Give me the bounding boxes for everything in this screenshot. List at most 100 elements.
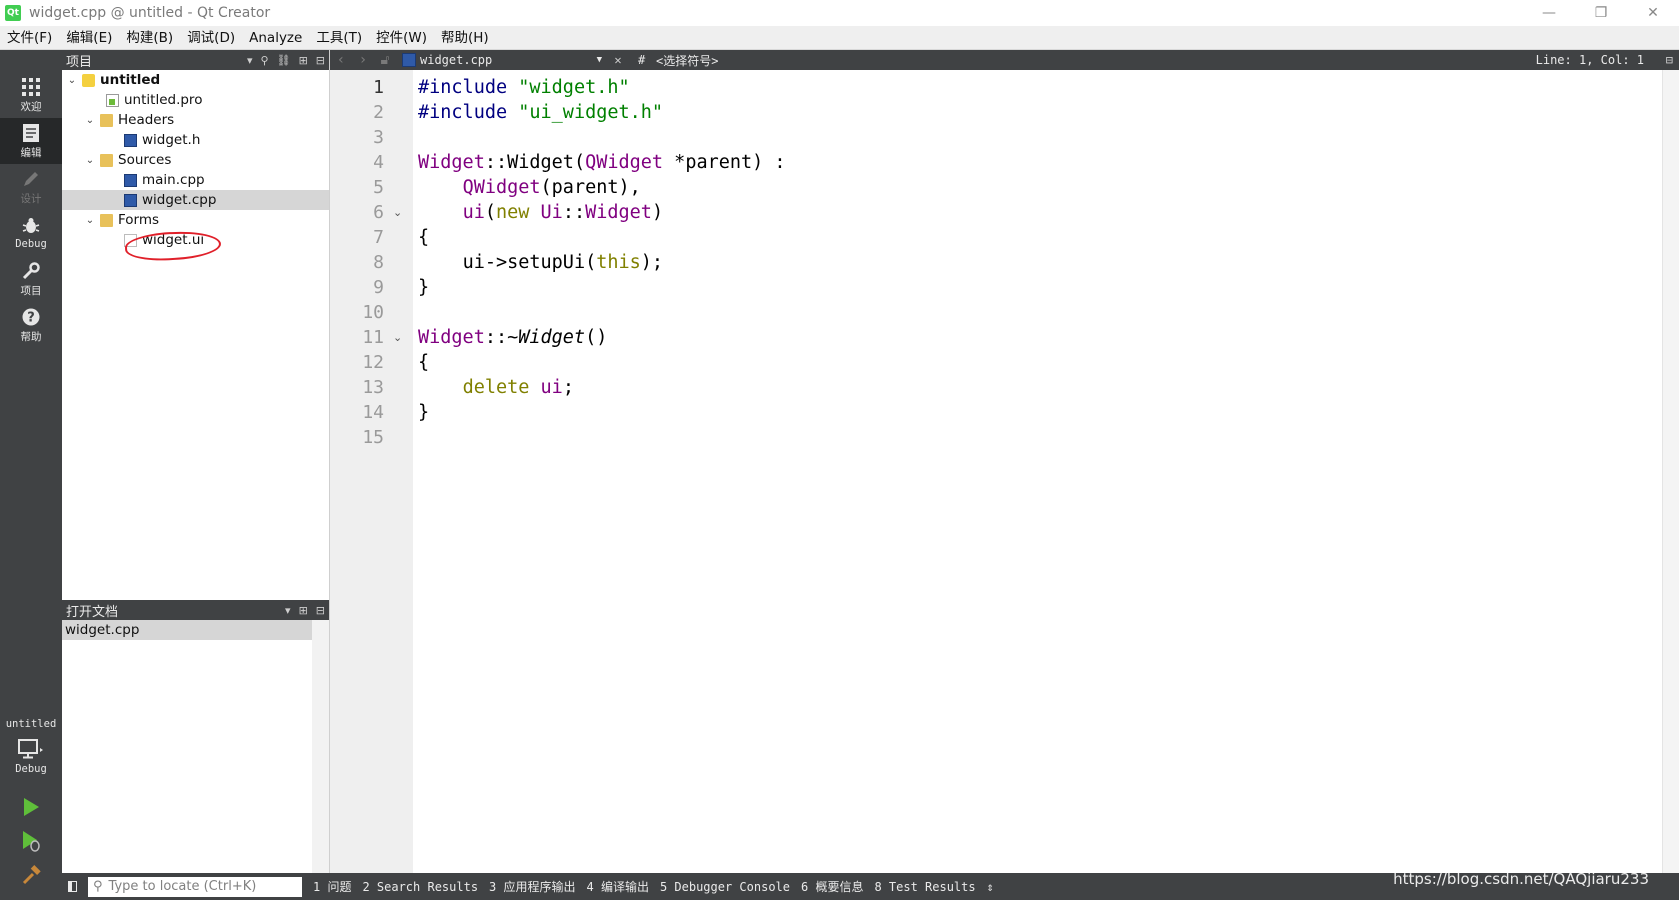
code-line-6: ui(new Ui::Widget) — [418, 200, 664, 225]
line-number: 11 — [362, 327, 384, 348]
fold-chevron-icon[interactable]: ⌄ — [393, 200, 407, 225]
code-token: Widget — [585, 202, 652, 223]
line-number: 5 — [373, 177, 384, 198]
open-documents-panel: 打开文档 ▾ ⊞ ⊟ widget.cpp — [62, 600, 330, 873]
mode-debug[interactable]: Debug — [0, 210, 62, 256]
mode-projects[interactable]: 项目 — [0, 256, 62, 302]
editor-scrollbar[interactable] — [1662, 70, 1679, 873]
code-line-14: } — [418, 402, 430, 423]
pane-issues-button[interactable]: 1 问题 — [313, 878, 351, 895]
chevron-down-icon[interactable]: ⌄ — [84, 215, 96, 226]
code-token: "widget.h" — [518, 77, 630, 98]
menu-debug[interactable]: 调试(D) — [180, 26, 242, 50]
code-token: ( — [573, 152, 586, 173]
run-button[interactable] — [18, 794, 44, 820]
code-line-2: #include "ui_widget.h" — [418, 100, 663, 125]
code-line-11: Widget::~Widget() — [418, 325, 607, 350]
mode-welcome[interactable]: 欢迎 — [0, 72, 62, 118]
back-arrow-icon[interactable]: ‹ — [330, 52, 352, 68]
svg-text:?: ? — [27, 310, 35, 325]
split-icon[interactable]: ⊞ — [299, 604, 308, 617]
pane-general-messages-button[interactable]: 6 概要信息 — [801, 878, 863, 895]
open-documents-title: 打开文档 — [66, 604, 119, 620]
menu-tools[interactable]: 工具(T) — [309, 26, 369, 50]
code-token: Widget — [418, 152, 485, 173]
tree-item-widget-cpp[interactable]: widget.cpp — [62, 190, 329, 210]
split-icon[interactable]: ⊞ — [299, 54, 308, 67]
tree-item-sources[interactable]: ⌄ Sources — [84, 150, 172, 170]
mode-welcome-label: 欢迎 — [20, 100, 42, 113]
link-icon[interactable]: ⛓ — [277, 54, 291, 67]
cursor-position[interactable]: Line: 1, Col: 1 — [1536, 50, 1644, 70]
close-button[interactable]: ✕ — [1627, 0, 1679, 26]
restore-button[interactable]: ❐ — [1575, 0, 1627, 26]
lock-icon[interactable]: 🔓︎ — [374, 52, 396, 68]
line-number: 4 — [373, 152, 384, 173]
project-icon — [82, 73, 95, 87]
code-token: #include — [418, 102, 508, 123]
pane-test-results-button[interactable]: 8 Test Results — [874, 880, 975, 894]
build-button[interactable] — [18, 862, 44, 888]
close-panel-icon[interactable]: ⊟ — [316, 604, 325, 617]
cpp-file-icon — [402, 53, 416, 67]
mode-design[interactable]: 设计 — [0, 164, 62, 210]
tree-item-forms[interactable]: ⌄ Forms — [84, 210, 159, 230]
pane-application-output-button[interactable]: 3 应用程序输出 — [489, 878, 575, 895]
forms-label: Forms — [118, 212, 160, 228]
line-number: 10 — [362, 302, 384, 323]
close-panel-icon[interactable]: ⊟ — [316, 54, 325, 67]
line-number: 8 — [373, 252, 384, 273]
tree-item-project-root[interactable]: ⌄ untitled — [66, 70, 160, 90]
tree-item-main-cpp[interactable]: main.cpp — [120, 170, 205, 190]
locator-input[interactable]: ⚲ Type to locate (Ctrl+K) — [88, 876, 302, 897]
code-token: ); — [640, 252, 664, 273]
pane-search-results-button[interactable]: 2 Search Results — [362, 880, 478, 894]
menu-analyze[interactable]: Analyze — [242, 26, 309, 50]
code-line-7: { — [418, 227, 430, 248]
menu-controls[interactable]: 控件(W) — [369, 26, 434, 50]
close-document-icon[interactable]: ✕ — [608, 53, 628, 67]
tree-item-headers[interactable]: ⌄ Headers — [84, 110, 174, 130]
mode-edit-label: 编辑 — [20, 146, 42, 159]
pane-debugger-console-button[interactable]: 5 Debugger Console — [660, 880, 790, 894]
forward-arrow-icon[interactable]: › — [352, 52, 374, 68]
line-number: 12 — [362, 352, 384, 373]
project-panel-header: 项目 ▾ ⚲ ⛓ ⊞ ⊟ — [62, 50, 329, 70]
code-token: ui->setupUi( — [462, 252, 597, 273]
menu-help[interactable]: 帮助(H) — [434, 26, 496, 50]
chevron-down-icon[interactable]: ⌄ — [66, 75, 78, 86]
fold-chevron-icon[interactable]: ⌄ — [393, 325, 407, 350]
project-panel-title: 项目 — [66, 54, 93, 70]
menu-build[interactable]: 构建(B) — [119, 26, 180, 50]
code-token: ) — [651, 202, 664, 223]
document-selector[interactable]: widget.cpp ▼ — [420, 50, 608, 70]
menu-edit[interactable]: 编辑(E) — [59, 26, 119, 50]
wrench-icon — [20, 261, 42, 281]
code-token: "ui_widget.h" — [518, 102, 664, 123]
view-dropdown-icon[interactable]: ▾ — [247, 54, 253, 67]
view-dropdown-icon[interactable]: ▾ — [285, 604, 291, 617]
mode-design-label: 设计 — [20, 192, 42, 205]
minimize-button[interactable]: — — [1523, 0, 1575, 26]
filter-icon[interactable]: ⚲ — [261, 54, 269, 67]
menu-file[interactable]: 文件(F) — [0, 26, 59, 50]
split-editor-icon[interactable]: ⊟ — [1666, 50, 1673, 70]
mode-edit[interactable]: 编辑 — [0, 118, 62, 164]
tree-item-pro-file[interactable]: untitled.pro — [102, 90, 202, 110]
toggle-sidebar-button[interactable] — [62, 873, 82, 900]
pane-compile-output-button[interactable]: 4 编译输出 — [587, 878, 649, 895]
open-document-item[interactable]: widget.cpp — [62, 620, 312, 640]
chevron-down-icon[interactable]: ⌄ — [84, 155, 96, 166]
kit-selector[interactable]: Debug — [0, 734, 62, 780]
menu-bar: 文件(F) 编辑(E) 构建(B) 调试(D) Analyze 工具(T) 控件… — [0, 26, 1679, 50]
debug-run-button[interactable] — [18, 828, 44, 854]
symbol-selector[interactable]: <选择符号> — [656, 52, 718, 69]
open-documents-scrollbar[interactable] — [312, 620, 329, 873]
more-panes-icon[interactable]: ⇕ — [987, 880, 994, 894]
tree-item-widget-h[interactable]: widget.h — [120, 130, 200, 150]
mode-help[interactable]: ? 帮助 — [0, 302, 62, 348]
code-line-13: delete ui; — [418, 375, 574, 400]
open-documents-header: 打开文档 ▾ ⊞ ⊟ — [62, 600, 329, 620]
chevron-down-icon[interactable]: ⌄ — [84, 115, 96, 126]
